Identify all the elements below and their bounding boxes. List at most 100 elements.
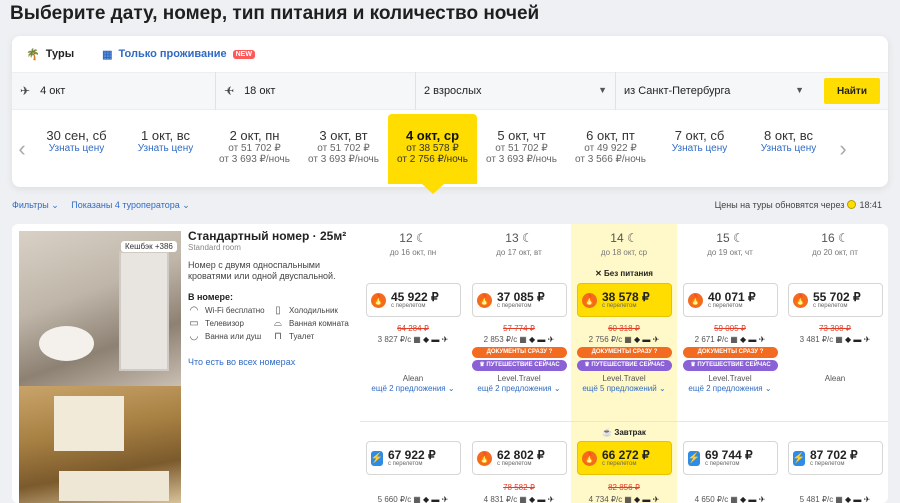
- night-price: 4 734 ₽/с: [588, 495, 623, 503]
- tab-accommodation[interactable]: ▦ Только проживание NEW: [88, 36, 269, 72]
- origin-select[interactable]: из Санкт-Петербурга ▼: [616, 72, 812, 110]
- bed-shape: [59, 471, 169, 501]
- badge-label: ДОКУМЕНТЫ СРАЗУ: [486, 349, 548, 355]
- clock-icon: [847, 200, 857, 209]
- date-label: 30 сен, сб: [46, 128, 107, 143]
- documents-badge[interactable]: ДОКУМЕНТЫ СРАЗУ ?: [577, 347, 672, 358]
- date-label: 8 окт, вс: [764, 128, 813, 143]
- operator-name: Level.Travel: [602, 374, 646, 383]
- more-offers-link[interactable]: ещё 5 предложений ⌄: [571, 384, 677, 393]
- new-badge: NEW: [232, 49, 255, 59]
- amenity-label: Wi-Fi бесплатно: [205, 306, 265, 315]
- guests-select[interactable]: 2 взрослых ▼: [416, 72, 616, 110]
- operators-dropdown[interactable]: Показаны 4 туроператора ⌄: [71, 200, 190, 211]
- night-price-row: 4 831 ₽/с ▦ ◆ ▬ ✈: [466, 495, 572, 503]
- room-subtitle: Standard room: [188, 243, 241, 252]
- date-option[interactable]: 7 окт, сб Узнать цену: [655, 114, 744, 184]
- tv-icon: ▭: [189, 318, 199, 329]
- old-price: 78 582 ₽: [503, 483, 535, 492]
- amenity-label: Холодильник: [289, 306, 338, 315]
- departure-date-field[interactable]: ✈ 4 окт: [12, 72, 216, 110]
- next-date-arrow-icon[interactable]: ›: [833, 136, 853, 162]
- amenity-icons: ▦ ◆ ▬ ✈: [730, 335, 766, 344]
- trip-now-badge[interactable]: ♛ ПУТЕШЕСТВИЕ СЕЙЧАС: [472, 360, 567, 371]
- date-option[interactable]: 30 сен, сб Узнать цену: [32, 114, 121, 184]
- price-offer-button[interactable]: ⚡ 87 702 ₽ с перелетом: [788, 441, 883, 475]
- date-label: 4 окт, ср: [405, 128, 460, 143]
- badge-label: ПУТЕШЕСТВИЕ СЕЙЧАС: [697, 362, 771, 368]
- crown-icon: ♛: [690, 362, 696, 368]
- prev-date-arrow-icon[interactable]: ‹: [12, 136, 32, 162]
- more-offers-link[interactable]: ещё 2 предложения ⌄: [677, 384, 783, 393]
- chevron-down-icon: ▼: [598, 85, 607, 95]
- nights-header: 13 ☾ до 17 окт, вт: [466, 224, 572, 257]
- date-option[interactable]: 2 окт, пн от 51 702 ₽ от 3 693 ₽/ночь: [210, 114, 299, 184]
- date-option[interactable]: 5 окт, чт от 51 702 ₽ от 3 693 ₽/ночь: [477, 114, 566, 184]
- tab-tours[interactable]: 🌴 Туры: [12, 36, 89, 72]
- offer-price: 66 272 ₽: [602, 448, 650, 462]
- nights-header: 12 ☾ до 16 окт, пн: [360, 224, 466, 257]
- price-offer-button[interactable]: ⚡ 67 922 ₽ с перелетом: [366, 441, 461, 475]
- find-button[interactable]: Найти: [824, 78, 880, 104]
- filters-dropdown[interactable]: Фильтры ⌄: [12, 200, 59, 211]
- bathroom-icon: ⌓: [274, 318, 282, 329]
- old-price: 82 856 ₽: [608, 483, 640, 492]
- trip-now-badge[interactable]: ♛ ПУТЕШЕСТВИЕ СЕЙЧАС: [683, 360, 778, 371]
- check-price-link[interactable]: Узнать цену: [655, 143, 744, 154]
- more-offers-link[interactable]: ещё 2 предложения ⌄: [360, 384, 466, 393]
- amenity-icons: ▦ ◆ ▬ ✈: [730, 495, 766, 503]
- page-title: Выберите дату, номер, тип питания и коли…: [10, 3, 540, 24]
- date-option[interactable]: 1 окт, вс Узнать цену: [121, 114, 210, 184]
- nights-count: 15 ☾: [677, 231, 783, 245]
- night-price: 5 660 ₽/с: [377, 495, 412, 503]
- date-night-price: от 2 756 ₽/ночь: [397, 154, 468, 165]
- nights-header: 14 ☾ до 18 окт, ср: [571, 224, 677, 257]
- date-label: 1 окт, вс: [141, 128, 190, 143]
- more-offers-link[interactable]: ещё 2 предложения ⌄: [466, 384, 572, 393]
- room-title[interactable]: Стандартный номер · 25м²: [188, 229, 360, 243]
- price-offer-button[interactable]: ⚡ 69 744 ₽ с перелетом: [683, 441, 778, 475]
- date-label: 3 окт, вт: [319, 128, 368, 143]
- documents-badge[interactable]: ДОКУМЕНТЫ СРАЗУ ?: [683, 347, 778, 358]
- amenity-label: Ванная комната: [289, 319, 349, 328]
- operator-name: Level.Travel: [497, 374, 541, 383]
- amenity-item: ◠ Wi-Fi бесплатно: [188, 305, 272, 316]
- check-price-link[interactable]: Узнать цену: [32, 143, 121, 154]
- documents-badge[interactable]: ДОКУМЕНТЫ СРАЗУ ?: [472, 347, 567, 358]
- departure-date-value: 4 окт: [40, 85, 66, 97]
- return-date-field[interactable]: ✈ 18 окт: [216, 72, 416, 110]
- chevron-down-icon: ⌄: [51, 200, 59, 210]
- until-date: до 16 окт, пн: [389, 248, 437, 257]
- nights-header: 16 ☾ до 20 окт, пт: [782, 224, 888, 257]
- amenity-icons: ▦ ◆ ▬ ✈: [624, 495, 660, 503]
- date-carousel: ‹ 30 сен, сб Узнать цену 1 окт, вс Узнат…: [12, 112, 888, 194]
- crown-icon: ♛: [479, 362, 485, 368]
- check-price-link[interactable]: Узнать цену: [121, 143, 210, 154]
- all-rooms-link[interactable]: Что есть во всех номерах: [188, 357, 360, 367]
- fire-icon: 🔥: [477, 450, 492, 466]
- nights-column: 14 ☾ до 18 окт, ср 🔥 38 578 ₽ с перелетом 60 …: [571, 224, 677, 503]
- date-option[interactable]: 6 окт, пт от 49 922 ₽ от 3 566 ₽/ночь: [566, 114, 655, 184]
- nights-count: 16 ☾: [782, 231, 888, 245]
- offer-price: 55 702 ₽: [813, 290, 861, 304]
- trip-now-badge[interactable]: ♛ ПУТЕШЕСТВИЕ СЕЙЧАС: [577, 360, 672, 371]
- price-offer-button[interactable]: 🔥 62 802 ₽ с перелетом: [472, 441, 567, 475]
- room-photo-bedroom[interactable]: [19, 386, 181, 503]
- room-info: Стандартный номер · 25м² Standard room Н…: [188, 229, 360, 367]
- price-offer-button[interactable]: 🔥 45 922 ₽ с перелетом: [366, 283, 461, 317]
- price-offer-button[interactable]: 🔥 55 702 ₽ с перелетом: [788, 283, 883, 317]
- amenity-item: ▭ Телевизор: [188, 318, 272, 329]
- price-offer-button[interactable]: 🔥 37 085 ₽ с перелетом: [472, 283, 567, 317]
- amenity-icons: ▦ ◆ ▬ ✈: [519, 335, 555, 344]
- night-price-row: 4 734 ₽/с ▦ ◆ ▬ ✈: [571, 495, 677, 503]
- price-offer-button[interactable]: 🔥 38 578 ₽ с перелетом: [577, 283, 672, 317]
- price-offer-button[interactable]: 🔥 40 071 ₽ с перелетом: [683, 283, 778, 317]
- check-price-link[interactable]: Узнать цену: [744, 143, 833, 154]
- date-option-selected[interactable]: 4 окт, ср от 38 578 ₽ от 2 756 ₽/ночь: [388, 114, 477, 194]
- night-price: 5 481 ₽/с: [799, 495, 834, 503]
- wifi-icon: ◠: [189, 305, 199, 316]
- date-option[interactable]: 8 окт, вс Узнать цену: [744, 114, 833, 184]
- date-option[interactable]: 3 окт, вт от 51 702 ₽ от 3 693 ₽/ночь: [299, 114, 388, 184]
- room-photo-bathroom[interactable]: Кешбэк +386: [19, 231, 181, 386]
- price-offer-button[interactable]: 🔥 66 272 ₽ с перелетом: [577, 441, 672, 475]
